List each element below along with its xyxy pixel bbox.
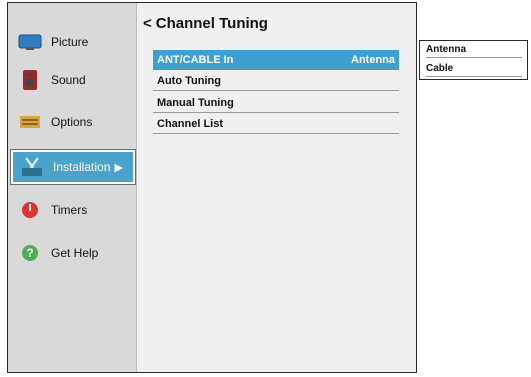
sidebar-item-timers[interactable]: Timers: [11, 193, 135, 227]
row-label: Auto Tuning: [157, 74, 221, 87]
speaker-icon: [17, 69, 43, 91]
options-icon: [17, 111, 43, 133]
row-label: Channel List: [157, 117, 224, 130]
page-title: < Channel Tuning: [143, 15, 268, 32]
sidebar-item-label: Picture: [51, 35, 89, 49]
row-label: Manual Tuning: [157, 96, 234, 109]
dropdown-option-cable[interactable]: Cable: [426, 61, 522, 77]
tv-menu-window: Picture Sound Options Installation ▶ Tim…: [7, 2, 417, 373]
sidebar-item-label: Installation: [53, 160, 111, 174]
row-value: Antenna: [351, 53, 395, 66]
sidebar-item-options[interactable]: Options: [11, 105, 135, 139]
sidebar-item-label: Get Help: [51, 246, 99, 260]
page-title-text: Channel Tuning: [155, 15, 268, 32]
back-icon[interactable]: <: [143, 15, 152, 32]
sidebar-item-sound[interactable]: Sound: [11, 63, 135, 97]
sidebar-item-picture[interactable]: Picture: [11, 25, 135, 59]
row-label: ANT/CABLE In: [157, 53, 234, 66]
svg-text:?: ?: [26, 246, 33, 260]
menu-row-manual-tuning[interactable]: Manual Tuning: [153, 93, 399, 113]
sidebar-item-get-help[interactable]: ? Get Help: [11, 236, 135, 270]
sidebar-item-label: Timers: [51, 203, 88, 217]
picture-icon: [17, 31, 43, 53]
installation-icon: [19, 156, 45, 178]
sidebar-item-installation[interactable]: Installation ▶: [10, 149, 136, 185]
dropdown-option-antenna[interactable]: Antenna: [426, 42, 522, 58]
timer-icon: [17, 199, 43, 221]
sidebar: Picture Sound Options Installation ▶ Tim…: [8, 3, 137, 372]
menu-row-ant-cable-in[interactable]: ANT/CABLE In Antenna: [153, 50, 399, 70]
main-panel: < Channel Tuning ANT/CABLE In Antenna Aut…: [137, 3, 416, 372]
help-icon: ?: [17, 242, 43, 264]
sidebar-item-label: Options: [51, 115, 93, 129]
ant-cable-dropdown: Antenna Cable: [419, 40, 528, 80]
sidebar-item-label: Sound: [51, 73, 86, 87]
menu-row-channel-list[interactable]: Channel List: [153, 114, 399, 134]
menu-row-auto-tuning[interactable]: Auto Tuning: [153, 71, 399, 91]
chevron-right-icon: ▶: [114, 161, 123, 174]
